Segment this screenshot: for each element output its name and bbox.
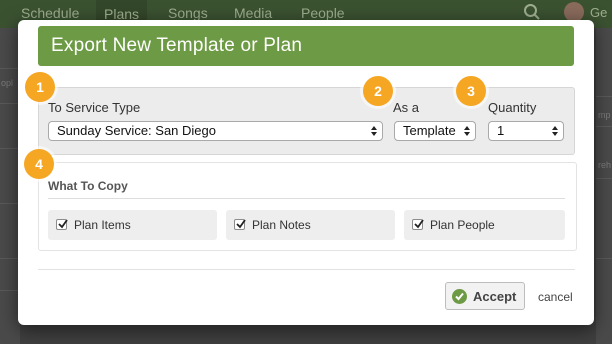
plan-items-checkbox[interactable] [56, 219, 68, 230]
what-to-copy-title: What To Copy [48, 179, 128, 193]
user-avatar[interactable] [564, 2, 584, 22]
background-content-edge: mp reh [596, 28, 612, 344]
plan-items-label[interactable]: Plan Items [74, 218, 131, 232]
select-arrows-icon [370, 124, 378, 138]
background-sidebar: opl [0, 28, 20, 344]
what-to-copy-panel: What To Copy Plan Items Plan Notes Plan … [38, 162, 577, 251]
background-text-fragment: mp [598, 110, 611, 120]
nav-schedule[interactable]: Schedule [21, 5, 79, 21]
plan-people-checkbox[interactable] [412, 219, 424, 230]
footer-divider [38, 269, 575, 270]
callout-badge-3: 3 [456, 76, 486, 106]
callout-badge-2: 2 [363, 76, 393, 106]
accept-button[interactable]: Accept [445, 282, 525, 310]
service-type-select[interactable]: Sunday Service: San Diego [48, 121, 383, 141]
select-arrows-icon [551, 124, 559, 138]
nav-people[interactable]: People [301, 5, 345, 21]
search-icon[interactable] [523, 3, 541, 21]
plan-people-label[interactable]: Plan People [430, 218, 495, 232]
checkmark-circle-icon [452, 289, 467, 304]
plan-items-option[interactable]: Plan Items [48, 210, 217, 240]
quantity-label: Quantity [488, 100, 537, 115]
service-type-label: To Service Type [48, 100, 141, 115]
nav-songs[interactable]: Songs [168, 5, 208, 21]
service-type-value: Sunday Service: San Diego [57, 123, 216, 138]
as-a-select[interactable]: Template [394, 121, 476, 141]
background-text-fragment: opl [1, 78, 14, 88]
plan-people-option[interactable]: Plan People [404, 210, 565, 240]
dialog-header: Export New Template or Plan [38, 26, 574, 66]
quantity-value: 1 [497, 123, 505, 138]
accept-button-label: Accept [473, 289, 517, 304]
divider [48, 198, 565, 199]
plan-notes-label[interactable]: Plan Notes [252, 218, 311, 232]
select-arrows-icon [463, 124, 471, 138]
plan-notes-option[interactable]: Plan Notes [226, 210, 395, 240]
callout-badge-4: 4 [24, 149, 54, 179]
user-name-fragment[interactable]: Ge [590, 5, 607, 20]
callout-badge-1: 1 [25, 72, 55, 102]
export-options-panel: To Service Type Sunday Service: San Dieg… [38, 87, 575, 155]
export-dialog: Export New Template or Plan To Service T… [18, 20, 594, 325]
background-text-fragment: reh [598, 160, 612, 170]
dialog-title: Export New Template or Plan [51, 35, 303, 56]
as-a-label: As a [393, 100, 420, 115]
quantity-select[interactable]: 1 [488, 121, 564, 141]
cancel-link[interactable]: cancel [538, 290, 573, 304]
plan-notes-checkbox[interactable] [234, 219, 246, 230]
nav-media[interactable]: Media [234, 5, 272, 21]
as-a-value: Template [403, 123, 456, 138]
